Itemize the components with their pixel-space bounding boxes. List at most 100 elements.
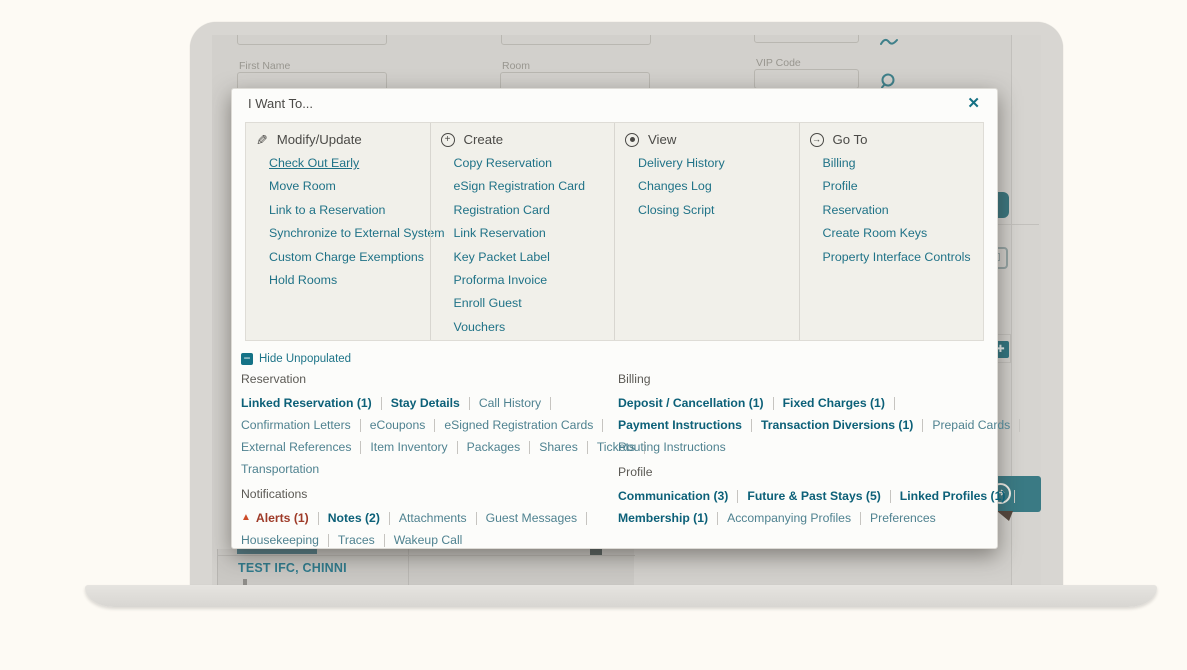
menu-item[interactable]: Enroll Guest — [454, 296, 615, 319]
menu-item[interactable]: Vouchers — [454, 320, 615, 343]
detail-link-label[interactable]: Transaction Diversions (1) — [761, 418, 913, 432]
detail-link-label[interactable]: Linked Reservation (1) — [241, 396, 372, 410]
menu-item-label[interactable]: Changes Log — [638, 179, 712, 193]
detail-link[interactable]: ▲Alerts (1) — [241, 511, 328, 525]
detail-link-label[interactable]: Membership (1) — [618, 511, 708, 525]
detail-link[interactable]: ▲Membership (1) — [618, 511, 727, 525]
menu-item-label[interactable]: eSign Registration Card — [454, 179, 586, 193]
detail-link-label[interactable]: Attachments — [399, 511, 467, 525]
menu-item-label[interactable]: Enroll Guest — [454, 296, 522, 310]
menu-item[interactable]: Create Room Keys — [823, 226, 984, 249]
detail-link-label[interactable]: Traces — [338, 533, 375, 547]
menu-item-label[interactable]: Create Room Keys — [823, 226, 928, 240]
menu-item[interactable]: Link to a Reservation — [269, 203, 430, 226]
menu-item-label[interactable]: Link Reservation — [454, 226, 546, 240]
menu-item[interactable]: Custom Charge Exemptions — [269, 250, 430, 273]
detail-link-label[interactable]: Transportation — [241, 462, 319, 476]
menu-item-label[interactable]: Key Packet Label — [454, 250, 550, 264]
detail-link[interactable]: ▲Packages — [467, 440, 540, 454]
detail-link[interactable]: ▲Future & Past Stays (5) — [747, 489, 899, 503]
detail-link[interactable]: ▲Linked Profiles (1) — [900, 489, 1025, 503]
detail-link[interactable]: ▲Item Inventory — [370, 440, 466, 454]
detail-link[interactable]: ▲Communication (3) — [618, 489, 747, 503]
detail-link-label[interactable]: Prepaid Cards — [932, 418, 1010, 432]
detail-link-label[interactable]: Communication (3) — [618, 489, 728, 503]
detail-link-label[interactable]: Wakeup Call — [394, 533, 463, 547]
detail-link[interactable]: ▲Attachments — [399, 511, 486, 525]
menu-item[interactable]: Hold Rooms — [269, 273, 430, 296]
menu-item[interactable]: Registration Card — [454, 203, 615, 226]
menu-item[interactable]: Billing — [823, 156, 984, 179]
menu-item-label[interactable]: Hold Rooms — [269, 273, 337, 287]
menu-item[interactable]: Link Reservation — [454, 226, 615, 249]
detail-link-label[interactable]: Fixed Charges (1) — [783, 396, 885, 410]
detail-link[interactable]: ▲Linked Reservation (1) — [241, 396, 391, 410]
detail-link-label[interactable]: External References — [241, 440, 351, 454]
detail-link-label[interactable]: Item Inventory — [370, 440, 447, 454]
detail-link-label[interactable]: Routing Instructions — [618, 440, 726, 454]
menu-item[interactable]: Move Room — [269, 179, 430, 202]
detail-link-label[interactable]: Confirmation Letters — [241, 418, 351, 432]
detail-link[interactable]: ▲Transportation — [241, 462, 319, 476]
menu-item-label[interactable]: Delivery History — [638, 156, 725, 170]
menu-item[interactable]: Proforma Invoice — [454, 273, 615, 296]
detail-link[interactable]: ▲Accompanying Profiles — [727, 511, 870, 525]
detail-link-label[interactable]: Call History — [479, 396, 541, 410]
detail-link-label[interactable]: Guest Messages — [486, 511, 577, 525]
menu-item[interactable]: Profile — [823, 179, 984, 202]
detail-link-label[interactable]: Preferences — [870, 511, 936, 525]
hide-unpopulated-toggle[interactable]: − Hide Unpopulated — [241, 353, 351, 365]
menu-item-label[interactable]: Move Room — [269, 179, 336, 193]
menu-item-label[interactable]: Closing Script — [638, 203, 714, 217]
detail-link[interactable]: ▲Housekeeping — [241, 533, 338, 547]
detail-link-label[interactable]: Packages — [467, 440, 521, 454]
menu-item[interactable]: Synchronize to External System — [269, 226, 430, 249]
menu-item-label[interactable]: Reservation — [823, 203, 889, 217]
menu-item-label[interactable]: Check Out Early — [269, 156, 359, 170]
detail-link[interactable]: ▲Notes (2) — [328, 511, 399, 525]
detail-link[interactable]: ▲Shares — [539, 440, 597, 454]
detail-link[interactable]: ▲eSigned Registration Cards — [444, 418, 612, 432]
detail-link[interactable]: ▲Guest Messages — [486, 511, 596, 525]
detail-link[interactable]: ▲eCoupons — [370, 418, 445, 432]
guest-name[interactable]: TEST IFC, CHINNI — [238, 561, 347, 575]
menu-item[interactable]: Closing Script — [638, 203, 799, 226]
menu-item[interactable]: Reservation — [823, 203, 984, 226]
detail-link-label[interactable]: Payment Instructions — [618, 418, 742, 432]
detail-link[interactable]: ▲Prepaid Cards — [932, 418, 1029, 432]
menu-item-label[interactable]: Synchronize to External System — [269, 226, 445, 240]
menu-item[interactable]: Key Packet Label — [454, 250, 615, 273]
detail-link[interactable]: ▲Confirmation Letters — [241, 418, 370, 432]
detail-link-label[interactable]: Stay Details — [391, 396, 460, 410]
detail-link[interactable]: ▲Transaction Diversions (1) — [761, 418, 932, 432]
menu-item[interactable]: Delivery History — [638, 156, 799, 179]
menu-item-label[interactable]: Registration Card — [454, 203, 550, 217]
detail-link-label[interactable]: Linked Profiles (1) — [900, 489, 1006, 503]
menu-item-label[interactable]: Link to a Reservation — [269, 203, 385, 217]
detail-link[interactable]: ▲Preferences — [870, 511, 936, 525]
detail-link[interactable]: ▲Fixed Charges (1) — [783, 396, 904, 410]
menu-item-label[interactable]: Vouchers — [454, 320, 506, 334]
detail-link[interactable]: ▲Deposit / Cancellation (1) — [618, 396, 783, 410]
close-icon[interactable]: ✕ — [967, 96, 980, 111]
menu-item-label[interactable]: Property Interface Controls — [823, 250, 971, 264]
menu-item[interactable]: Copy Reservation — [454, 156, 615, 179]
collapse-icon[interactable]: − — [241, 353, 253, 365]
detail-link-label[interactable]: Future & Past Stays (5) — [747, 489, 880, 503]
menu-item[interactable]: Check Out Early — [269, 156, 430, 179]
detail-link-label[interactable]: eSigned Registration Cards — [444, 418, 593, 432]
menu-item-label[interactable]: Billing — [823, 156, 856, 170]
detail-link-label[interactable]: Alerts (1) — [256, 511, 309, 525]
menu-item[interactable]: Changes Log — [638, 179, 799, 202]
menu-item-label[interactable]: Custom Charge Exemptions — [269, 250, 424, 264]
vip-code-input[interactable] — [754, 69, 859, 89]
detail-link[interactable]: ▲Routing Instructions — [618, 440, 726, 454]
detail-link[interactable]: ▲Call History — [479, 396, 560, 410]
menu-item-label[interactable]: Proforma Invoice — [454, 273, 548, 287]
menu-item-label[interactable]: Profile — [823, 179, 858, 193]
detail-link-label[interactable]: Deposit / Cancellation (1) — [618, 396, 764, 410]
detail-link-label[interactable]: Housekeeping — [241, 533, 319, 547]
detail-link-label[interactable]: Notes (2) — [328, 511, 380, 525]
detail-link[interactable]: ▲Traces — [338, 533, 394, 547]
menu-item[interactable]: eSign Registration Card — [454, 179, 615, 202]
